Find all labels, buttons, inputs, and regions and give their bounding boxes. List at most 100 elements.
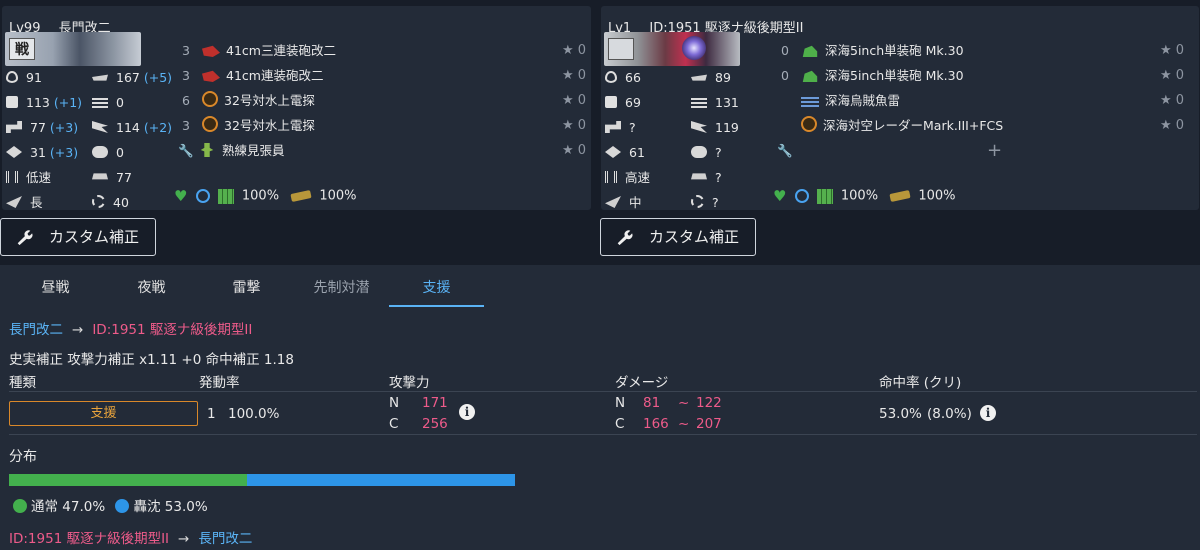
los-icon	[92, 173, 108, 180]
damage-tilde: ~	[678, 395, 690, 411]
header-damage: ダメージ	[615, 375, 669, 391]
asw-icon	[92, 98, 108, 108]
attack-type-support-button[interactable]: 支援	[9, 401, 198, 426]
condition-row: ♥ 100% 100%	[773, 187, 956, 205]
tab-torpedo[interactable]: 雷撃	[199, 275, 294, 307]
enemy-banner-image[interactable]	[604, 32, 740, 66]
arrow-right-icon: →	[72, 322, 84, 338]
torpedo-icon	[6, 121, 22, 133]
luck-icon	[691, 195, 704, 208]
equip-slot-2[interactable]: 3 41cm連装砲改二	[182, 63, 323, 88]
legend-sunk: 轟沈 53.0%	[133, 499, 208, 515]
ship-banner-image[interactable]: 戦	[5, 32, 141, 66]
firepower-stat: 69	[605, 93, 641, 113]
header-divider	[9, 391, 1197, 392]
equip-slot-2[interactable]: 0 深海5inch単装砲 Mk.30	[781, 63, 964, 88]
reverse-defender-name[interactable]: 長門改二	[198, 531, 252, 547]
custom-modifier-button-defender[interactable]: カスタム補正	[600, 218, 756, 256]
equip-improvement-2: ★ 0	[562, 68, 587, 83]
equip-slot-3[interactable]: 6 32号対水上電探	[182, 88, 315, 113]
damage-crit-label: C	[615, 416, 625, 432]
luck-stat: 40	[92, 193, 129, 213]
range-icon	[6, 196, 22, 208]
tab-day-battle[interactable]: 昼戦	[8, 275, 103, 307]
power-crit-label: C	[389, 416, 399, 432]
aa-icon	[691, 121, 707, 133]
smile-icon	[794, 189, 809, 203]
speed-icon	[605, 171, 617, 183]
power-info-icon[interactable]: i	[459, 404, 475, 420]
equip-slot-1[interactable]: 0 深海5inch単装砲 Mk.30	[781, 38, 964, 63]
speed-icon	[6, 171, 18, 183]
distribution-sunk-segment	[246, 474, 515, 486]
equip-slot-4[interactable]: 深海対空レーダーMark.III+FCS	[781, 113, 1003, 138]
add-equipment-icon[interactable]: +	[987, 138, 1002, 163]
los-stat: ?	[691, 168, 722, 188]
firepower-stat: 113 (+1)	[6, 93, 82, 113]
equip-improvement-ex: ★ 0	[562, 143, 587, 158]
luck-stat: ?	[691, 193, 719, 213]
heart-icon: ♥	[773, 187, 787, 205]
hit-rate: 53.0%	[879, 406, 922, 422]
reverse-attacker-name[interactable]: ID:1951 駆逐ナ級後期型II	[9, 531, 169, 547]
armor-icon	[6, 146, 22, 158]
attacker-ship-card: Lv99 長門改二 戦 91 167 (+5) 113 (+1) 0 77 (+…	[2, 6, 591, 210]
ship-type-badge: 戦	[9, 38, 35, 60]
smile-icon	[195, 189, 210, 203]
equip-improvement-3: ★ 0	[1160, 93, 1185, 108]
los-icon	[691, 173, 707, 180]
equip-slot-1[interactable]: 3 41cm三連装砲改二	[182, 38, 336, 63]
los-stat: 77	[92, 168, 132, 188]
equip-slot-ex[interactable]: 🔧 +	[777, 138, 1177, 163]
header-power: 攻撃力	[389, 375, 430, 391]
luck-icon	[92, 195, 105, 208]
tab-support[interactable]: 支援	[389, 275, 484, 307]
normal-dot-icon	[13, 499, 27, 513]
equip-improvement-3: ★ 0	[562, 93, 587, 108]
attack-route: 長門改二 → ID:1951 駆逐ナ級後期型II	[9, 318, 252, 338]
legend-normal: 通常 47.0%	[31, 499, 106, 515]
speed-value-stat: 167 (+5)	[92, 68, 172, 88]
defender-name[interactable]: ID:1951 駆逐ナ級後期型II	[92, 322, 252, 338]
armor-icon	[605, 146, 621, 158]
fuel-icon	[217, 188, 234, 204]
equip-slot-ex[interactable]: 🔧 熟練見張員	[178, 138, 285, 163]
main-gun-icon	[202, 45, 220, 57]
secondary-gun-icon	[802, 45, 818, 57]
custom-modifier-button-attacker[interactable]: カスタム補正	[0, 218, 156, 256]
equip-slot-4[interactable]: 3 32号対水上電探	[182, 113, 315, 138]
distribution-legend: 通常 47.0% 轟沈 53.0%	[13, 495, 208, 515]
evasion-stat: 0	[92, 143, 124, 163]
tab-opening-asw[interactable]: 先制対潜	[294, 275, 389, 307]
tab-night-battle[interactable]: 夜戦	[104, 275, 199, 307]
ammo-value: 100%	[319, 188, 357, 204]
range-icon	[605, 196, 621, 208]
wrench-icon	[17, 230, 33, 246]
radar-icon	[801, 116, 817, 132]
asw-stat: 0	[92, 93, 124, 113]
equip-improvement-4: ★ 0	[1160, 118, 1185, 133]
aa-stat: 119	[691, 118, 739, 138]
equip-improvement-1: ★ 0	[562, 43, 587, 58]
header-type: 種類	[9, 375, 36, 391]
wrench-icon: 🔧	[178, 143, 194, 158]
torpedo-stat: ?	[605, 118, 636, 138]
equip-improvement-2: ★ 0	[1160, 68, 1185, 83]
attacker-name[interactable]: 長門改二	[9, 322, 63, 338]
hit-info-icon[interactable]: i	[980, 405, 996, 421]
modifier-summary: 史実補正 攻撃力補正 x1.11 +0 命中補正 1.18	[9, 352, 294, 368]
lookout-icon	[200, 143, 214, 157]
damage-tilde: ~	[678, 416, 690, 432]
equip-slot-3[interactable]: 深海烏賊魚雷	[781, 88, 900, 113]
firepower-icon	[6, 96, 18, 108]
aa-stat: 114 (+2)	[92, 118, 172, 138]
heart-icon: ♥	[174, 187, 188, 205]
aa-icon	[92, 121, 108, 133]
fuel-icon	[816, 188, 833, 204]
wrench-icon	[617, 230, 633, 246]
condition-row: ♥ 100% 100%	[174, 187, 357, 205]
arrow-right-icon: →	[178, 531, 190, 547]
fuel-value: 100%	[840, 188, 879, 204]
range-stat: 中	[605, 193, 642, 213]
crit-rate: (8.0%)	[927, 406, 972, 422]
